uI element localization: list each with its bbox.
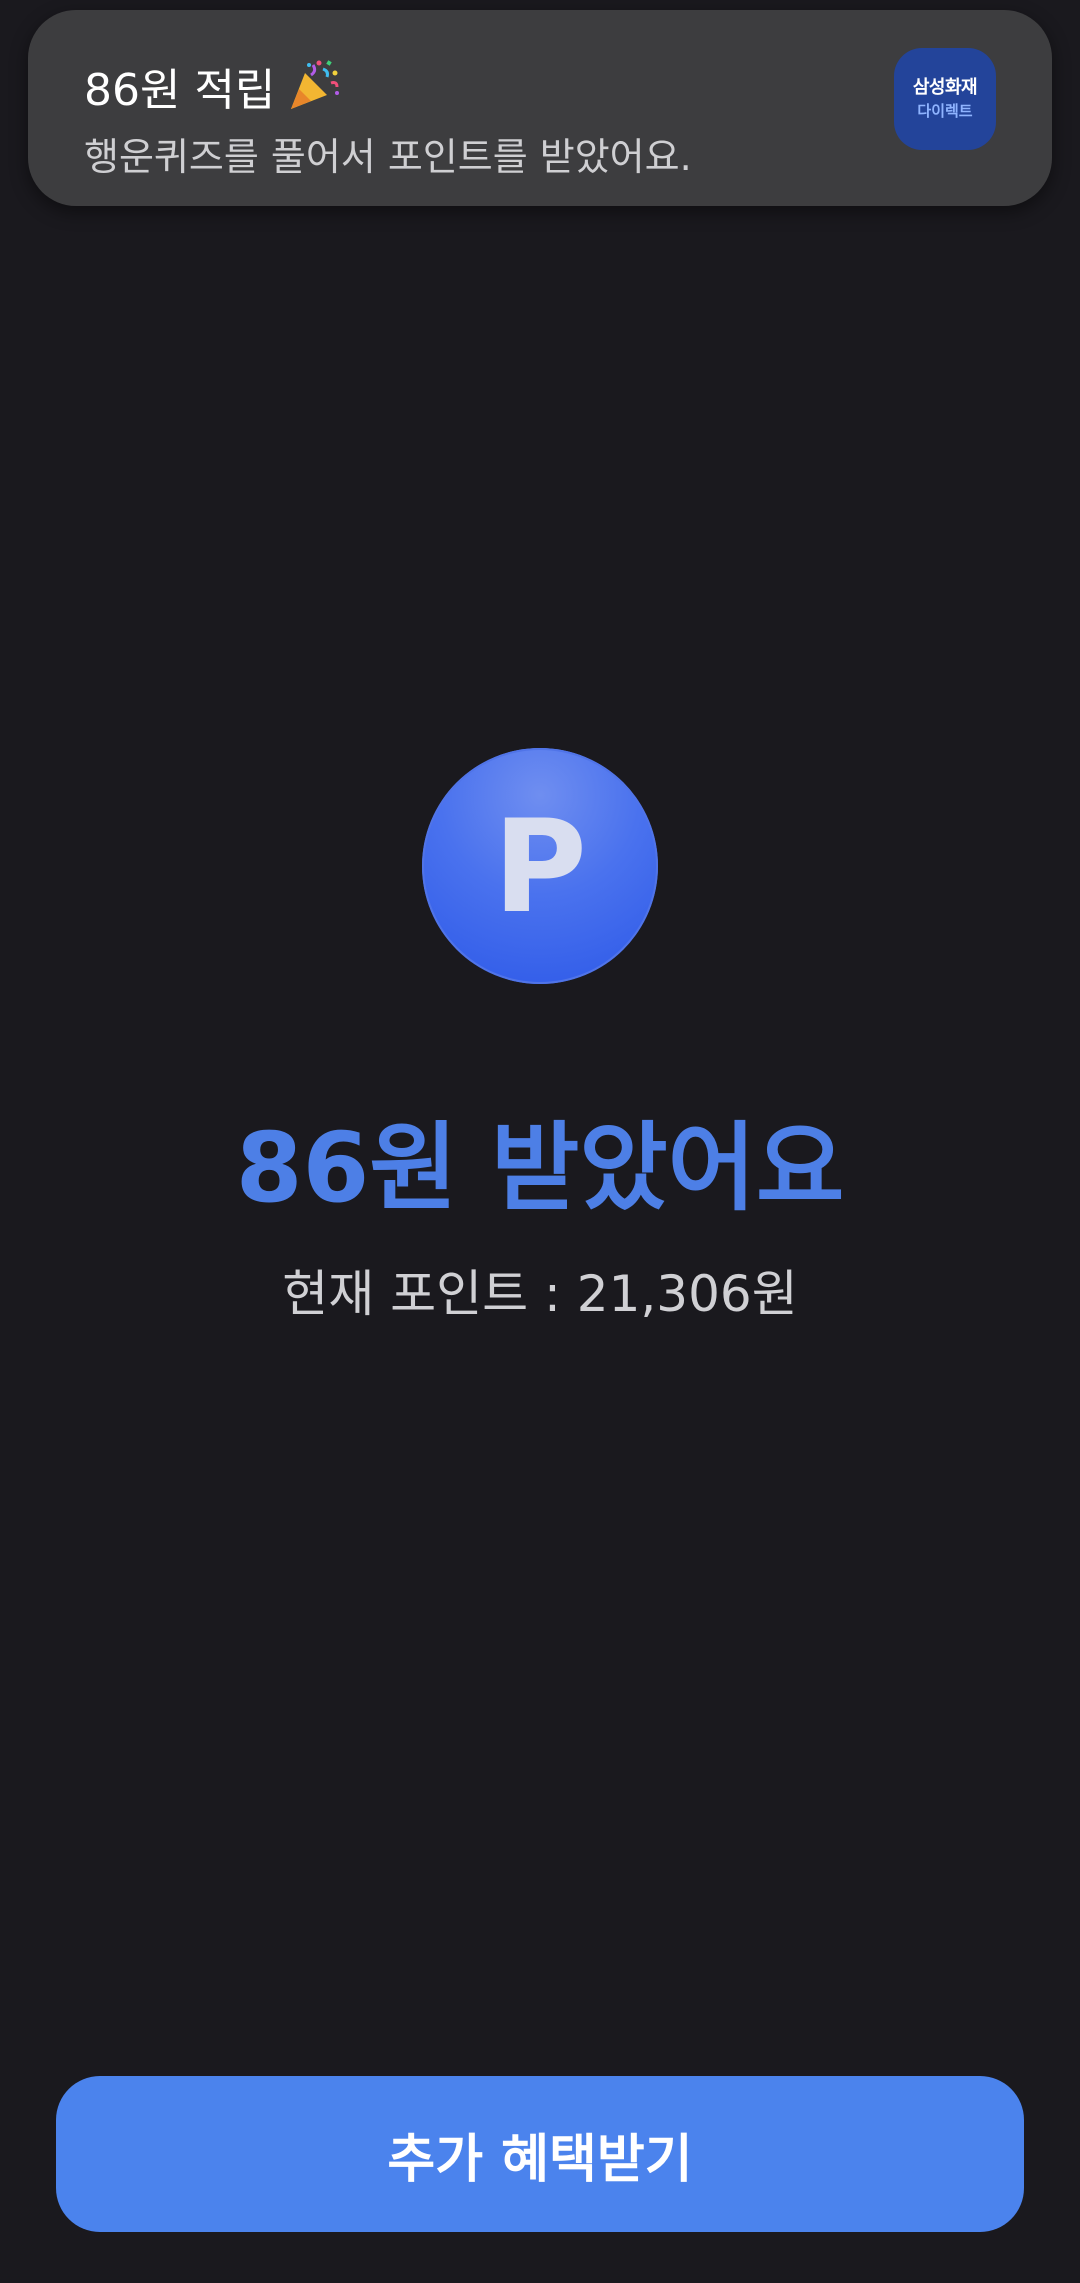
reward-headline: 86원 받았어요	[235, 1112, 845, 1224]
point-letter: P	[493, 793, 587, 942]
logo-text-line2: 다이렉트	[917, 102, 973, 120]
additional-benefits-button[interactable]: 추가 혜택받기	[56, 2076, 1024, 2232]
toast-title: 86원 적립	[84, 65, 276, 116]
logo-text-line1: 삼성화재	[912, 77, 978, 98]
samsung-fire-direct-logo: 삼성화재 다이렉트	[894, 48, 996, 150]
point-coin-icon: P	[422, 748, 658, 984]
current-points-text: 현재 포인트 : 21,306원	[282, 1265, 798, 1323]
toast-title-row: 86원 적립	[84, 54, 341, 118]
party-popper-icon	[287, 59, 341, 113]
toast-message: 행운퀴즈를 풀어서 포인트를 받았어요.	[84, 135, 692, 179]
notification-toast[interactable]: 86원 적립 행운퀴즈를 풀어서 포인트를 받았어요. 삼성화재 다이렉트	[28, 10, 1052, 206]
